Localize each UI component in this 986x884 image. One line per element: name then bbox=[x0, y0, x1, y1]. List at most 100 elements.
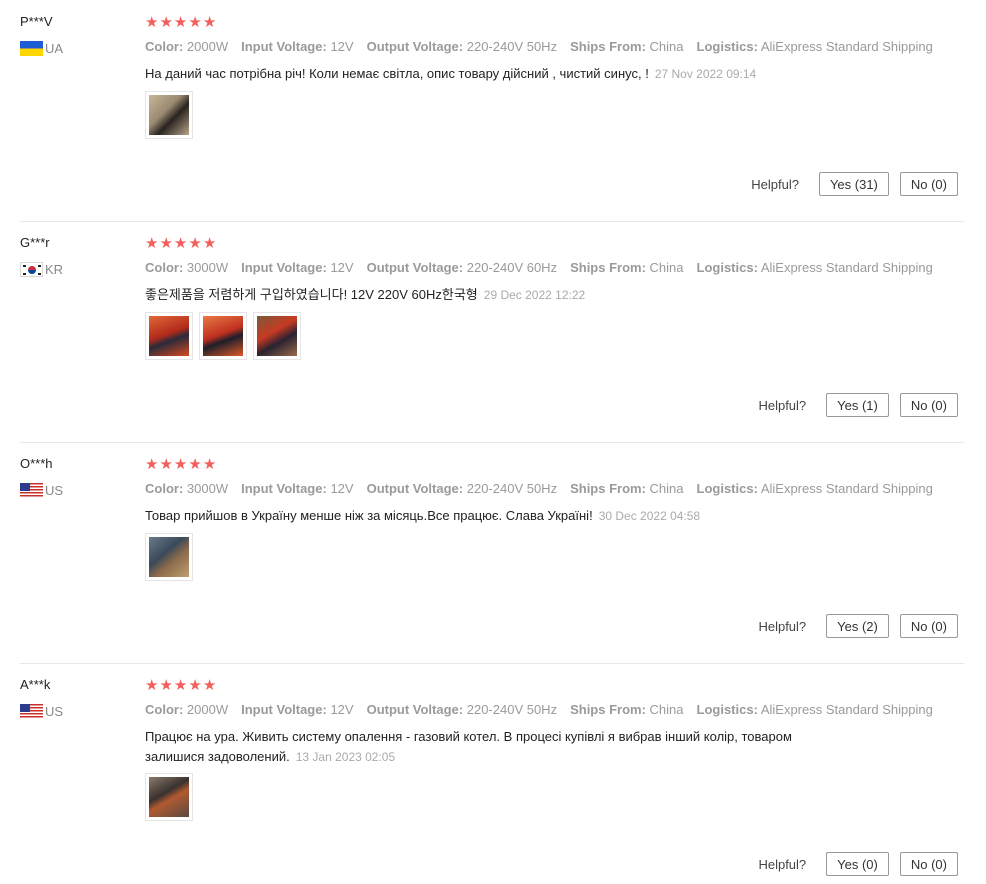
attr-label: Logistics: bbox=[696, 702, 758, 717]
helpful-yes-button[interactable]: Yes (2) bbox=[826, 614, 889, 638]
buyer-country: KR bbox=[20, 261, 63, 277]
star-icon: ★ bbox=[202, 456, 217, 473]
attr-output-voltage: Output Voltage: 220-240V 50Hz bbox=[367, 39, 558, 54]
attr-value: AliExpress Standard Shipping bbox=[760, 481, 933, 496]
attr-label: Ships From: bbox=[570, 702, 646, 717]
attr-label: Ships From: bbox=[570, 481, 646, 496]
star-icon: ★ bbox=[159, 235, 173, 252]
attr-value: 220-240V 50Hz bbox=[466, 39, 558, 54]
star-rating: ★ ★ ★ ★ ★ bbox=[145, 236, 216, 252]
helpful-vote: Helpful? Yes (2) No (0) bbox=[758, 614, 958, 638]
attr-value: 3000W bbox=[186, 260, 229, 275]
attr-label: Output Voltage: bbox=[366, 481, 464, 496]
attr-output-voltage: Output Voltage: 220-240V 50Hz bbox=[367, 702, 558, 717]
attr-value: AliExpress Standard Shipping bbox=[760, 260, 933, 275]
attr-value: 2000W bbox=[186, 702, 229, 717]
star-icon: ★ bbox=[145, 456, 159, 473]
attr-input-voltage: Input Voltage: 12V bbox=[241, 702, 353, 717]
helpful-no-button[interactable]: No (0) bbox=[899, 172, 958, 196]
helpful-yes-button[interactable]: Yes (1) bbox=[826, 393, 889, 417]
feedback-list: P***V UA ★ ★ ★ ★ ★ Color: 2000W Input Vo… bbox=[0, 0, 986, 880]
review-photo-thumbnail[interactable] bbox=[145, 312, 193, 360]
helpful-yes-button[interactable]: Yes (0) bbox=[826, 852, 889, 876]
attr-logistics: Logistics: AliExpress Standard Shipping bbox=[697, 702, 933, 717]
buyer-country: US bbox=[20, 703, 63, 719]
star-icon: ★ bbox=[202, 14, 217, 31]
helpful-label: Helpful? bbox=[758, 856, 807, 872]
attr-value: 12V bbox=[330, 39, 354, 54]
attr-value: AliExpress Standard Shipping bbox=[760, 39, 933, 54]
attr-value: 12V bbox=[330, 481, 354, 496]
sku-attributes: Color: 2000W Input Voltage: 12V Output V… bbox=[145, 39, 946, 54]
review-item: A***k US ★ ★ ★ ★ ★ Color: 2000W Input Vo… bbox=[0, 663, 986, 884]
country-code: KR bbox=[45, 261, 64, 277]
star-icon: ★ bbox=[188, 14, 202, 31]
attr-logistics: Logistics: AliExpress Standard Shipping bbox=[697, 39, 933, 54]
buyer-country: UA bbox=[20, 40, 63, 56]
review-item: O***h US ★ ★ ★ ★ ★ Color: 3000W Input Vo… bbox=[0, 442, 986, 663]
star-icon: ★ bbox=[188, 235, 202, 252]
helpful-no-button[interactable]: No (0) bbox=[899, 852, 958, 876]
attr-logistics: Logistics: AliExpress Standard Shipping bbox=[697, 481, 933, 496]
attr-label: Ships From: bbox=[570, 260, 646, 275]
attr-ships-from: Ships From: China bbox=[570, 260, 683, 275]
star-rating: ★ ★ ★ ★ ★ bbox=[145, 678, 216, 694]
attr-value: 220-240V 50Hz bbox=[466, 702, 558, 717]
helpful-vote: Helpful? Yes (0) No (0) bbox=[758, 852, 958, 876]
attr-label: Output Voltage: bbox=[366, 702, 464, 717]
attr-output-voltage: Output Voltage: 220-240V 50Hz bbox=[367, 481, 558, 496]
review-item: P***V UA ★ ★ ★ ★ ★ Color: 2000W Input Vo… bbox=[0, 0, 986, 221]
attr-label: Ships From: bbox=[570, 39, 646, 54]
review-photo-thumbnail[interactable] bbox=[145, 91, 193, 139]
star-icon: ★ bbox=[188, 456, 202, 473]
attr-value: China bbox=[649, 702, 684, 717]
attr-color: Color: 3000W bbox=[145, 260, 228, 275]
country-code: US bbox=[45, 703, 64, 719]
helpful-vote: Helpful? Yes (1) No (0) bbox=[758, 393, 958, 417]
attr-label: Output Voltage: bbox=[366, 260, 464, 275]
review-photo-thumbnail[interactable] bbox=[199, 312, 247, 360]
attr-value: 3000W bbox=[186, 481, 229, 496]
attr-label: Input Voltage: bbox=[241, 481, 327, 496]
attr-value: 12V bbox=[330, 702, 354, 717]
usa-flag-icon bbox=[20, 482, 43, 498]
review-photo-thumbnail[interactable] bbox=[145, 773, 193, 821]
review-text: Працює на ура. Живить систему опалення -… bbox=[145, 727, 835, 767]
attr-value: 220-240V 60Hz bbox=[466, 260, 558, 275]
attr-value: 2000W bbox=[186, 39, 229, 54]
star-icon: ★ bbox=[202, 235, 217, 252]
attr-value: China bbox=[649, 39, 684, 54]
helpful-yes-button[interactable]: Yes (31) bbox=[818, 172, 889, 196]
sku-attributes: Color: 3000W Input Voltage: 12V Output V… bbox=[145, 260, 946, 275]
attr-color: Color: 2000W bbox=[145, 39, 228, 54]
attr-label: Color: bbox=[145, 702, 184, 717]
attr-label: Color: bbox=[145, 39, 184, 54]
attr-label: Input Voltage: bbox=[241, 702, 327, 717]
attr-ships-from: Ships From: China bbox=[570, 39, 683, 54]
helpful-no-button[interactable]: No (0) bbox=[899, 393, 958, 417]
buyer-name: O***h bbox=[20, 456, 53, 471]
review-photo-thumbnail[interactable] bbox=[145, 533, 193, 581]
star-icon: ★ bbox=[145, 677, 159, 694]
star-icon: ★ bbox=[145, 14, 159, 31]
sku-attributes: Color: 2000W Input Voltage: 12V Output V… bbox=[145, 702, 946, 717]
attr-label: Input Voltage: bbox=[241, 260, 327, 275]
buyer-name: G***r bbox=[20, 235, 50, 250]
helpful-no-button[interactable]: No (0) bbox=[899, 614, 958, 638]
attr-output-voltage: Output Voltage: 220-240V 60Hz bbox=[367, 260, 558, 275]
helpful-label: Helpful? bbox=[758, 397, 807, 413]
ukraine-flag-icon bbox=[20, 40, 43, 56]
review-photos bbox=[145, 91, 193, 139]
star-rating: ★ ★ ★ ★ ★ bbox=[145, 457, 216, 473]
attr-color: Color: 3000W bbox=[145, 481, 228, 496]
usa-flag-icon bbox=[20, 703, 43, 719]
star-icon: ★ bbox=[173, 235, 188, 252]
attr-input-voltage: Input Voltage: 12V bbox=[241, 260, 353, 275]
star-icon: ★ bbox=[173, 14, 188, 31]
buyer-country: US bbox=[20, 482, 63, 498]
star-icon: ★ bbox=[173, 456, 188, 473]
review-photo-thumbnail[interactable] bbox=[253, 312, 301, 360]
attr-value: China bbox=[649, 260, 684, 275]
star-rating: ★ ★ ★ ★ ★ bbox=[145, 15, 216, 31]
attr-label: Output Voltage: bbox=[366, 39, 464, 54]
